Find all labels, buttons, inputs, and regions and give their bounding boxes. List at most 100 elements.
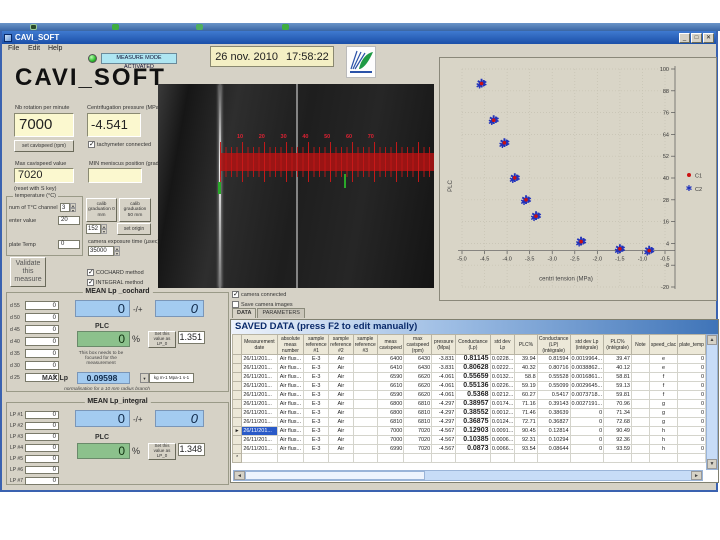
table-cell[interactable]: 59.81 [603, 390, 632, 400]
exposure-spinner[interactable]: 35000 ▲ ▼ [88, 246, 120, 256]
table-cell[interactable] [352, 444, 378, 454]
table-cell[interactable]: f [648, 381, 679, 391]
table-cell[interactable]: Air [328, 372, 354, 382]
rotation-value-field[interactable]: 7000 [14, 113, 74, 137]
row-selector[interactable] [232, 363, 243, 373]
table-cell[interactable] [241, 453, 278, 463]
table-cell[interactable]: -4.297 [431, 417, 457, 427]
cochard-set-lp0-button[interactable]: Set this value as LP_0 [148, 331, 176, 348]
table-cell[interactable]: 6410 [376, 363, 405, 373]
table-cell[interactable]: 59.13 [603, 381, 632, 391]
table-cell[interactable]: 6810 [403, 408, 433, 418]
table-cell[interactable]: E-3 [303, 363, 330, 373]
table-cell[interactable] [303, 453, 330, 463]
table-cell[interactable]: E-3 [303, 381, 330, 391]
table-cell[interactable]: 0.55136 [455, 381, 491, 391]
table-cell[interactable]: 0.5417 [536, 390, 571, 400]
table-cell[interactable]: -4.061 [431, 390, 457, 400]
save-images-checkbox[interactable]: Save camera images [232, 301, 293, 308]
value-field[interactable]: 0 [25, 433, 59, 441]
table-cell[interactable] [514, 453, 538, 463]
table-cell[interactable]: 0.80716 [536, 363, 571, 373]
minimize-button[interactable]: _ [679, 32, 690, 43]
table-cell[interactable]: 0 [677, 435, 706, 445]
table-cell[interactable] [630, 354, 650, 364]
table-cell[interactable]: 6810 [403, 399, 433, 409]
table-cell[interactable]: 0.10385 [455, 435, 491, 445]
column-header[interactable]: std dev Lp (intégrale) [569, 334, 605, 355]
value-field[interactable]: 0 [25, 313, 59, 322]
table-cell[interactable]: 6620 [403, 390, 433, 400]
calib-50-button[interactable]: calib graduation 50 mm [119, 198, 151, 222]
table-cell[interactable]: 92.36 [603, 435, 632, 445]
table-cell[interactable]: 0.5368 [455, 390, 491, 400]
table-cell[interactable] [569, 453, 605, 463]
column-header[interactable]: sample reference #3 [352, 334, 378, 355]
table-cell[interactable]: 0.0124... [489, 417, 516, 427]
append-row-marker[interactable]: * [232, 453, 243, 463]
table-cell[interactable]: e [648, 354, 679, 364]
table-cell[interactable] [352, 363, 378, 373]
table-cell[interactable]: 0 [677, 372, 706, 382]
table-cell[interactable]: Air [328, 399, 354, 409]
table-cell[interactable]: E-3 [303, 390, 330, 400]
table-cell[interactable]: 0.38957 [455, 399, 491, 409]
table-cell[interactable]: 26/11/201... [241, 381, 278, 391]
table-cell[interactable]: E-3 [303, 354, 330, 364]
table-cell[interactable] [352, 390, 378, 400]
table-cell[interactable]: 0 [569, 435, 605, 445]
table-cell[interactable] [352, 417, 378, 427]
table-cell[interactable]: h [648, 426, 679, 436]
table-cell[interactable]: 39.94 [514, 354, 538, 364]
table-cell[interactable]: 6810 [376, 417, 405, 427]
table-cell[interactable]: 0 [677, 363, 706, 373]
table-cell[interactable]: Air [328, 354, 354, 364]
table-cell[interactable]: 70.96 [603, 399, 632, 409]
table-cell[interactable]: -3.831 [431, 354, 457, 364]
table-cell[interactable]: Air flus... [276, 390, 305, 400]
meniscus-field[interactable] [88, 168, 142, 183]
table-cell[interactable]: 0.0066... [489, 444, 516, 454]
table-cell[interactable]: 7000 [376, 426, 405, 436]
table-cell[interactable] [455, 453, 491, 463]
table-cell[interactable]: 90.45 [514, 426, 538, 436]
table-cell[interactable]: 26/11/201... [241, 354, 278, 364]
table-cell[interactable]: Air flus... [276, 408, 305, 418]
table-cell[interactable]: -4.567 [431, 426, 457, 436]
table-cell[interactable]: Air flus... [276, 426, 305, 436]
scroll-right-icon[interactable]: ► [691, 471, 702, 480]
table-cell[interactable]: 71.46 [514, 408, 538, 418]
table-cell[interactable]: 0.38639 [536, 408, 571, 418]
table-cell[interactable]: 71.34 [603, 408, 632, 418]
maximize-button[interactable]: □ [691, 32, 702, 43]
table-cell[interactable] [376, 453, 405, 463]
table-cell[interactable]: Air flus... [276, 363, 305, 373]
table-cell[interactable]: 0 [677, 417, 706, 427]
table-cell[interactable]: 7020 [403, 444, 433, 454]
table-cell[interactable] [352, 453, 378, 463]
table-cell[interactable] [352, 354, 378, 364]
table-cell[interactable]: 0.08644 [536, 444, 571, 454]
table-cell[interactable]: 26/11/201... [241, 399, 278, 409]
close-button[interactable]: ✕ [703, 32, 714, 43]
table-cell[interactable]: 92.31 [514, 435, 538, 445]
table-cell[interactable]: 6620 [403, 381, 433, 391]
table-cell[interactable]: E-3 [303, 408, 330, 418]
cochard-method-checkbox[interactable]: ✓ COCHARD method [87, 269, 144, 276]
row-selector[interactable] [232, 354, 243, 364]
value-field[interactable]: 0 [25, 349, 59, 358]
column-header[interactable]: plate_temp [677, 334, 706, 355]
table-cell[interactable]: 0.55659 [455, 372, 491, 382]
scroll-left-icon[interactable]: ◄ [234, 471, 245, 480]
value-field[interactable]: 0 [25, 444, 59, 452]
table-cell[interactable]: 0 [677, 399, 706, 409]
row-selector[interactable] [232, 417, 243, 427]
calib-0-button[interactable]: calib graduation 0 mm [86, 198, 117, 222]
origin-spinner[interactable]: 152 ▲ ▼ [86, 224, 107, 234]
table-cell[interactable] [431, 453, 457, 463]
table-cell[interactable] [352, 426, 378, 436]
table-cell[interactable]: 0.0091... [489, 426, 516, 436]
table-cell[interactable]: 60.27 [514, 390, 538, 400]
table-cell[interactable]: 6800 [376, 399, 405, 409]
table-cell[interactable]: 93.54 [514, 444, 538, 454]
